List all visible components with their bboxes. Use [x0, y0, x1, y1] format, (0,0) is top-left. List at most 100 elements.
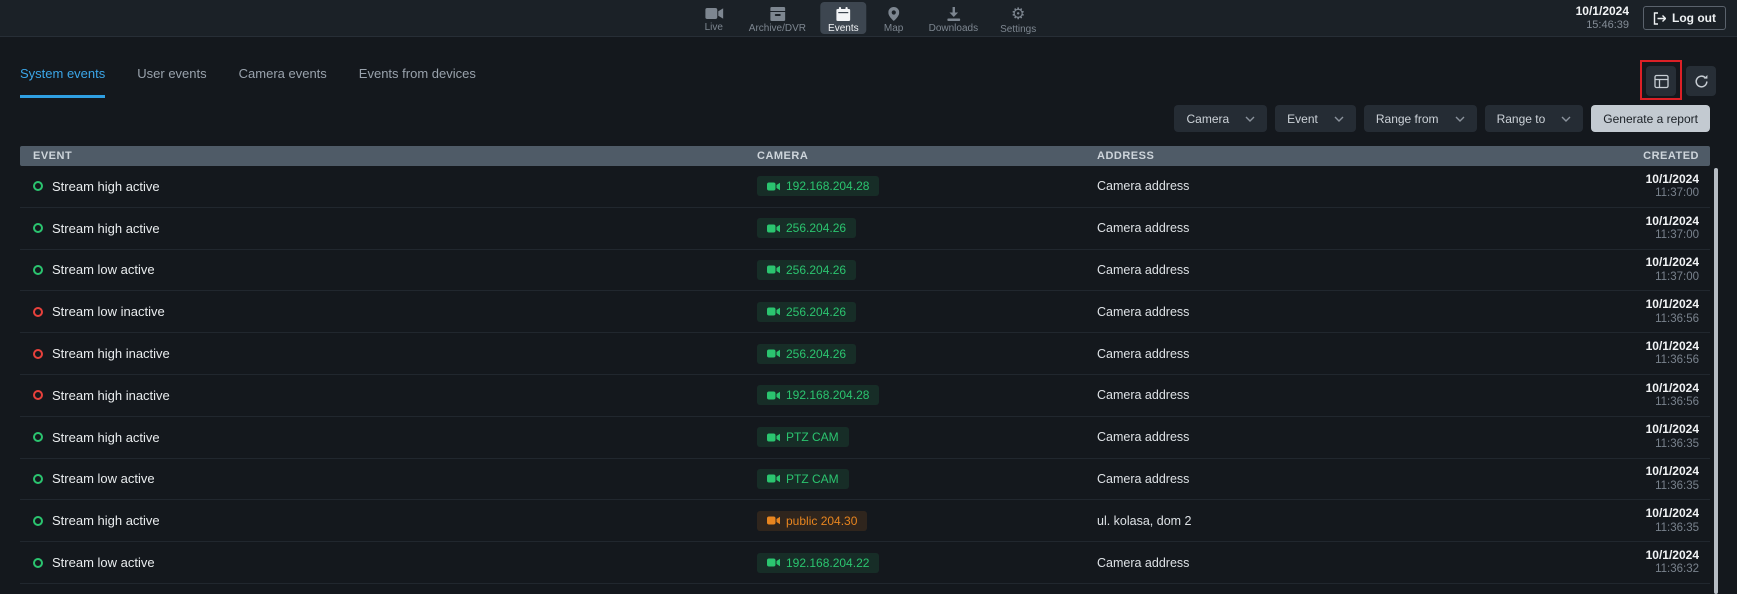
- camera-badge[interactable]: PTZ CAM: [757, 469, 849, 489]
- address-text: Camera address: [1097, 347, 1189, 361]
- created-cell: 10/1/2024 11:36:56: [1490, 297, 1710, 326]
- table-row[interactable]: Stream low active 192.168.204.22 Camera …: [20, 542, 1710, 584]
- event-name: Stream low active: [52, 262, 155, 277]
- event-name: Stream high inactive: [52, 346, 170, 361]
- tab-system-events[interactable]: System events: [20, 38, 105, 98]
- nav-archive-dvr[interactable]: Archive/DVR: [741, 2, 814, 34]
- event-name: Stream high active: [52, 179, 160, 194]
- camera-name: 256.204.26: [786, 263, 846, 277]
- header-created: CREATED: [1490, 150, 1710, 162]
- camera-badge[interactable]: PTZ CAM: [757, 427, 849, 447]
- tab-user-events[interactable]: User events: [137, 38, 206, 98]
- address-cell: ul. kolasa, dom 2: [1097, 512, 1490, 530]
- camera-badge[interactable]: 256.204.26: [757, 218, 856, 238]
- event-cell: Stream high inactive: [20, 388, 757, 403]
- event-cell: Stream low active: [20, 471, 757, 486]
- event-cell: Stream high active: [20, 221, 757, 236]
- nav-live[interactable]: Live: [693, 2, 735, 34]
- address-cell: Camera address: [1097, 428, 1490, 446]
- camera-cell: PTZ CAM: [757, 427, 1097, 447]
- events-table-body: Stream high active 192.168.204.28 Camera…: [20, 166, 1710, 584]
- video-camera-icon: [705, 7, 723, 20]
- camera-filter-dropdown[interactable]: Camera: [1174, 105, 1267, 132]
- address-cell: Camera address: [1097, 303, 1490, 321]
- created-date: 10/1/2024: [1490, 422, 1699, 438]
- generate-report-button[interactable]: Generate a report: [1591, 105, 1710, 132]
- camera-badge[interactable]: 192.168.204.28: [757, 176, 879, 196]
- camera-badge[interactable]: 192.168.204.28: [757, 385, 879, 405]
- created-time: 11:36:56: [1490, 354, 1699, 368]
- camera-badge[interactable]: 256.204.26: [757, 344, 856, 364]
- refresh-icon: [1694, 74, 1709, 89]
- video-camera-icon: [767, 307, 780, 316]
- map-pin-icon: [888, 7, 899, 21]
- table-row[interactable]: Stream high inactive 192.168.204.28 Came…: [20, 375, 1710, 417]
- address-text: Camera address: [1097, 221, 1189, 235]
- nav-map[interactable]: Map: [873, 2, 915, 34]
- header-event: EVENT: [20, 150, 757, 162]
- camera-cell: 256.204.26: [757, 218, 1097, 238]
- nav-downloads[interactable]: Downloads: [921, 2, 986, 34]
- created-cell: 10/1/2024 11:37:00: [1490, 172, 1710, 201]
- event-filter-dropdown[interactable]: Event: [1275, 105, 1356, 132]
- address-text: Camera address: [1097, 556, 1189, 570]
- video-camera-icon: [767, 265, 780, 274]
- range-from-label: Range from: [1376, 112, 1439, 126]
- tab-camera-events[interactable]: Camera events: [239, 38, 327, 98]
- camera-name: 256.204.26: [786, 305, 846, 319]
- event-status-icon: [33, 223, 43, 233]
- tab-events-from-devices[interactable]: Events from devices: [359, 38, 476, 98]
- nav-label: Map: [884, 23, 903, 34]
- camera-name: PTZ CAM: [786, 472, 839, 486]
- created-cell: 10/1/2024 11:36:32: [1490, 548, 1710, 577]
- camera-badge[interactable]: 256.204.26: [757, 302, 856, 322]
- table-row[interactable]: Stream low active PTZ CAM Camera address…: [20, 459, 1710, 501]
- table-row[interactable]: Stream high active 256.204.26 Camera add…: [20, 208, 1710, 250]
- event-name: Stream high inactive: [52, 388, 170, 403]
- event-filter-label: Event: [1287, 112, 1318, 126]
- created-time: 11:36:35: [1490, 480, 1699, 494]
- event-status-icon: [33, 558, 43, 568]
- camera-badge[interactable]: public 204.30: [757, 511, 867, 531]
- event-status-icon: [33, 349, 43, 359]
- event-cell: Stream high inactive: [20, 346, 757, 361]
- range-from-dropdown[interactable]: Range from: [1364, 105, 1477, 132]
- datetime: 10/1/2024 15:46:39: [1576, 4, 1629, 33]
- nav-settings[interactable]: ⚙ Settings: [992, 2, 1044, 34]
- address-text: Camera address: [1097, 472, 1189, 486]
- table-report-icon: [1654, 74, 1669, 89]
- camera-badge[interactable]: 192.168.204.22: [757, 553, 879, 573]
- chevron-down-icon: [1561, 116, 1571, 122]
- camera-name: PTZ CAM: [786, 430, 839, 444]
- created-time: 11:37:00: [1490, 271, 1699, 285]
- nav-events[interactable]: Events: [820, 2, 867, 34]
- table-row[interactable]: Stream high inactive 256.204.26 Camera a…: [20, 333, 1710, 375]
- range-to-dropdown[interactable]: Range to: [1485, 105, 1584, 132]
- address-cell: Camera address: [1097, 177, 1490, 195]
- refresh-button[interactable]: [1686, 66, 1716, 96]
- table-row[interactable]: Stream high active public 204.30 ul. kol…: [20, 500, 1710, 542]
- video-camera-icon: [767, 433, 780, 442]
- events-tab-bar: System events User events Camera events …: [20, 38, 476, 98]
- table-row[interactable]: Stream low active 256.204.26 Camera addr…: [20, 250, 1710, 292]
- camera-cell: 192.168.204.28: [757, 176, 1097, 196]
- camera-filter-label: Camera: [1186, 112, 1229, 126]
- created-cell: 10/1/2024 11:36:35: [1490, 464, 1710, 493]
- address-cell: Camera address: [1097, 345, 1490, 363]
- filter-bar: Camera Event Range from Range to Generat…: [1174, 105, 1710, 132]
- camera-badge[interactable]: 256.204.26: [757, 260, 856, 280]
- report-button[interactable]: [1646, 66, 1676, 96]
- topbar-right: 10/1/2024 15:46:39 Log out: [1576, 0, 1726, 36]
- table-row[interactable]: Stream high active PTZ CAM Camera addres…: [20, 417, 1710, 459]
- camera-cell: 192.168.204.28: [757, 385, 1097, 405]
- event-cell: Stream high active: [20, 179, 757, 194]
- table-row[interactable]: Stream low inactive 256.204.26 Camera ad…: [20, 291, 1710, 333]
- address-text: Camera address: [1097, 305, 1189, 319]
- table-row[interactable]: Stream high active 192.168.204.28 Camera…: [20, 166, 1710, 208]
- event-status-icon: [33, 390, 43, 400]
- event-cell: Stream low inactive: [20, 304, 757, 319]
- vertical-scrollbar-thumb[interactable]: [1714, 168, 1718, 594]
- gear-icon: ⚙: [1011, 7, 1025, 22]
- camera-name: 192.168.204.28: [786, 388, 869, 402]
- logout-button[interactable]: Log out: [1643, 6, 1726, 30]
